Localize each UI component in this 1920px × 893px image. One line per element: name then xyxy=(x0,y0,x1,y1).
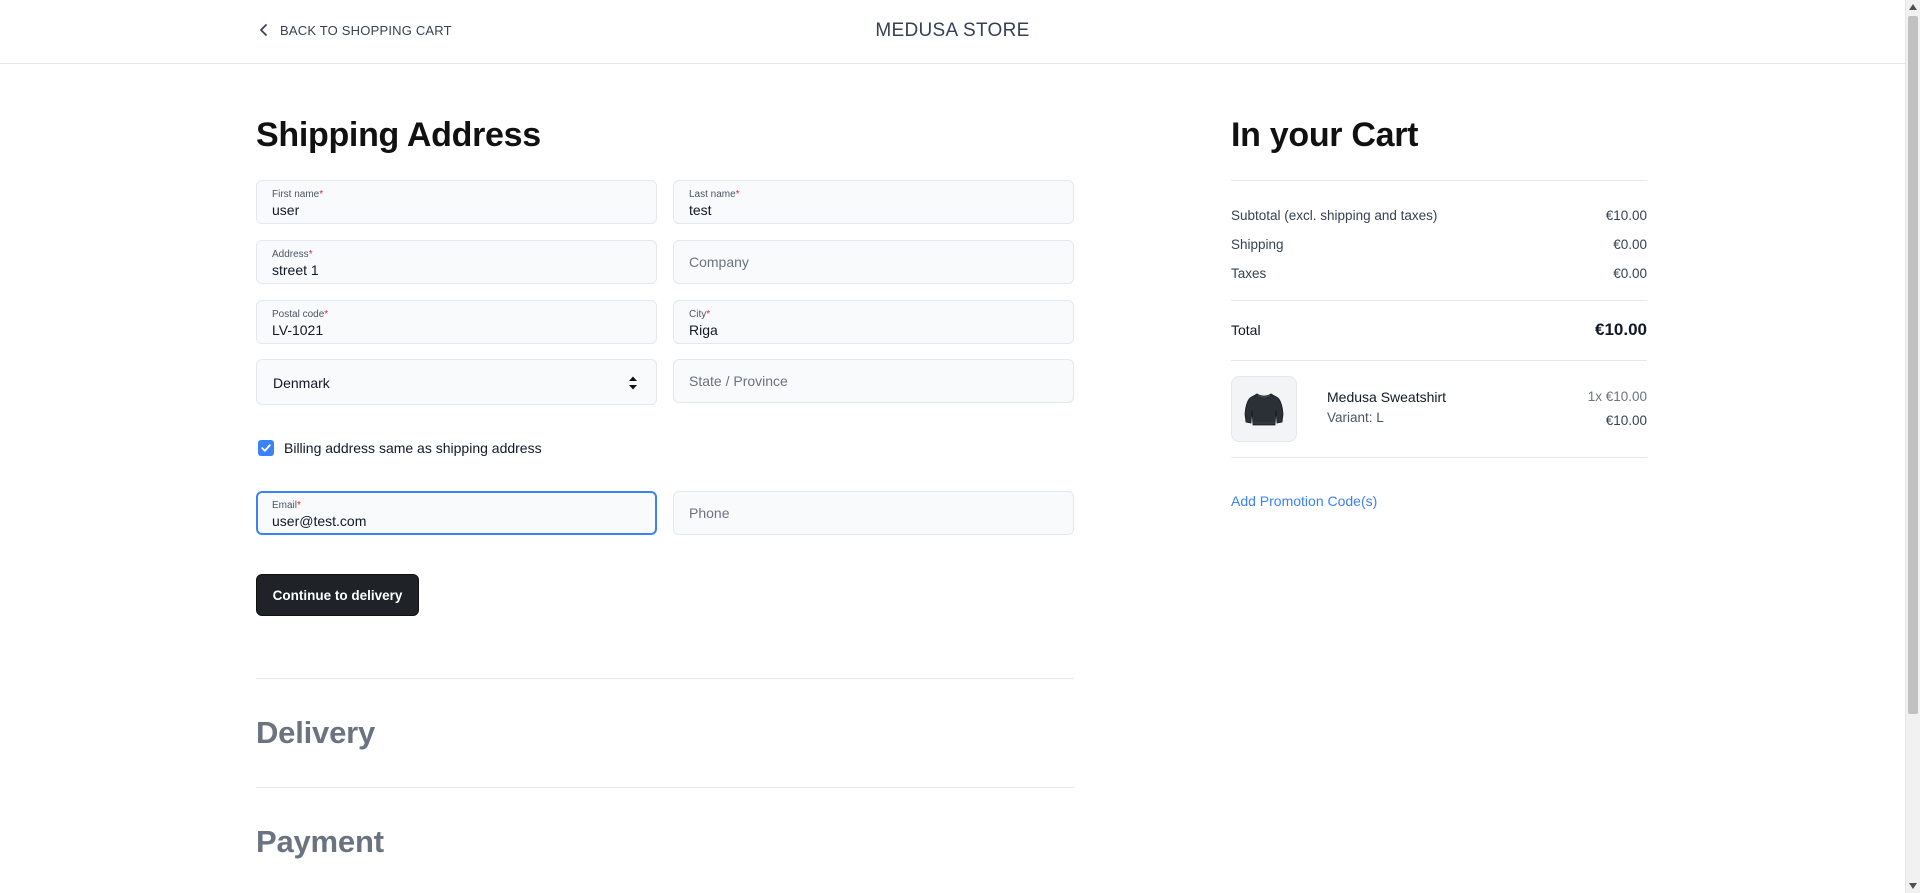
section-divider xyxy=(256,787,1074,788)
required-marker: * xyxy=(324,309,329,320)
scrollbar-thumb[interactable] xyxy=(1908,16,1918,714)
city-value: Riga xyxy=(689,322,718,338)
checkmark-icon xyxy=(261,444,271,452)
required-marker: * xyxy=(319,189,324,200)
state-province-field[interactable]: State / Province xyxy=(673,359,1074,403)
cart-item-line-total: €10.00 xyxy=(1605,413,1647,428)
first-name-value: user xyxy=(272,202,300,218)
postal-code-label: Postal code xyxy=(272,309,325,320)
postal-code-value: LV-1021 xyxy=(272,322,324,338)
subtotal-value: €10.00 xyxy=(1605,208,1647,223)
shipping-cost-row: Shipping €0.00 xyxy=(1231,237,1647,252)
email-value: user@test.com xyxy=(272,513,367,529)
top-header: BACK TO SHOPPING CART MEDUSA STORE xyxy=(0,0,1905,64)
total-value: €10.00 xyxy=(1595,320,1647,339)
last-name-field[interactable]: Last name* test xyxy=(673,180,1074,224)
address-label: Address xyxy=(272,249,309,260)
phone-field[interactable]: Phone xyxy=(673,491,1074,535)
cart-divider xyxy=(1231,300,1647,301)
phone-placeholder: Phone xyxy=(689,505,730,521)
shipping-cost-value: €0.00 xyxy=(1613,237,1647,252)
required-marker: * xyxy=(297,500,301,511)
city-field[interactable]: City* Riga xyxy=(673,300,1074,344)
taxes-label: Taxes xyxy=(1231,266,1267,281)
billing-same-checkbox[interactable] xyxy=(258,440,274,456)
subtotal-label: Subtotal (excl. shipping and taxes) xyxy=(1231,208,1438,223)
postal-code-field[interactable]: Postal code* LV-1021 xyxy=(256,300,657,344)
cart-divider xyxy=(1231,457,1647,458)
total-label: Total xyxy=(1231,322,1261,338)
cart-item-name[interactable]: Medusa Sweatshirt xyxy=(1327,389,1446,405)
required-marker: * xyxy=(706,309,711,320)
taxes-value: €0.00 xyxy=(1613,266,1647,281)
address-field[interactable]: Address* street 1 xyxy=(256,240,657,284)
required-marker: * xyxy=(735,189,740,200)
cart-divider xyxy=(1231,360,1647,361)
total-row: Total €10.00 xyxy=(1231,320,1647,340)
add-promotion-code-link[interactable]: Add Promotion Code(s) xyxy=(1231,493,1377,509)
shipping-address-heading: Shipping Address xyxy=(256,116,541,154)
country-selected-value: Denmark xyxy=(273,375,330,391)
billing-same-label: Billing address same as shipping address xyxy=(284,440,542,456)
company-field[interactable]: Company xyxy=(673,240,1074,284)
page-scrollbar[interactable] xyxy=(1905,0,1920,893)
last-name-label: Last name xyxy=(689,189,736,200)
country-select[interactable]: Denmark xyxy=(256,359,657,405)
product-thumbnail[interactable] xyxy=(1231,376,1297,442)
last-name-value: test xyxy=(689,202,712,218)
email-field[interactable]: Email* user@test.com xyxy=(256,491,657,535)
first-name-label: First name xyxy=(272,189,320,200)
section-divider xyxy=(256,678,1074,679)
subtotal-row: Subtotal (excl. shipping and taxes) €10.… xyxy=(1231,208,1647,223)
required-marker: * xyxy=(308,249,313,260)
email-label: Email xyxy=(272,500,298,511)
state-province-placeholder: State / Province xyxy=(689,373,788,389)
delivery-heading: Delivery xyxy=(256,715,376,750)
continue-to-delivery-button[interactable]: Continue to delivery xyxy=(256,574,419,616)
scroll-down-arrow-icon[interactable] xyxy=(1909,883,1917,889)
cart-item-qty-price: 1x €10.00 xyxy=(1587,389,1647,404)
scroll-up-arrow-icon[interactable] xyxy=(1909,4,1917,10)
store-name[interactable]: MEDUSA STORE xyxy=(0,20,1905,42)
select-arrows-icon xyxy=(629,376,637,390)
billing-same-checkbox-row[interactable]: Billing address same as shipping address xyxy=(258,440,542,456)
city-label: City xyxy=(689,309,707,320)
address-value: street 1 xyxy=(272,262,319,278)
cart-item-variant: Variant: L xyxy=(1327,410,1384,425)
first-name-field[interactable]: First name* user xyxy=(256,180,657,224)
cart-heading: In your Cart xyxy=(1231,116,1419,154)
company-placeholder: Company xyxy=(689,254,749,270)
shipping-cost-label: Shipping xyxy=(1231,237,1284,252)
payment-heading: Payment xyxy=(256,824,384,859)
cart-divider xyxy=(1231,180,1647,181)
sweatshirt-icon xyxy=(1244,393,1284,426)
taxes-row: Taxes €0.00 xyxy=(1231,266,1647,281)
